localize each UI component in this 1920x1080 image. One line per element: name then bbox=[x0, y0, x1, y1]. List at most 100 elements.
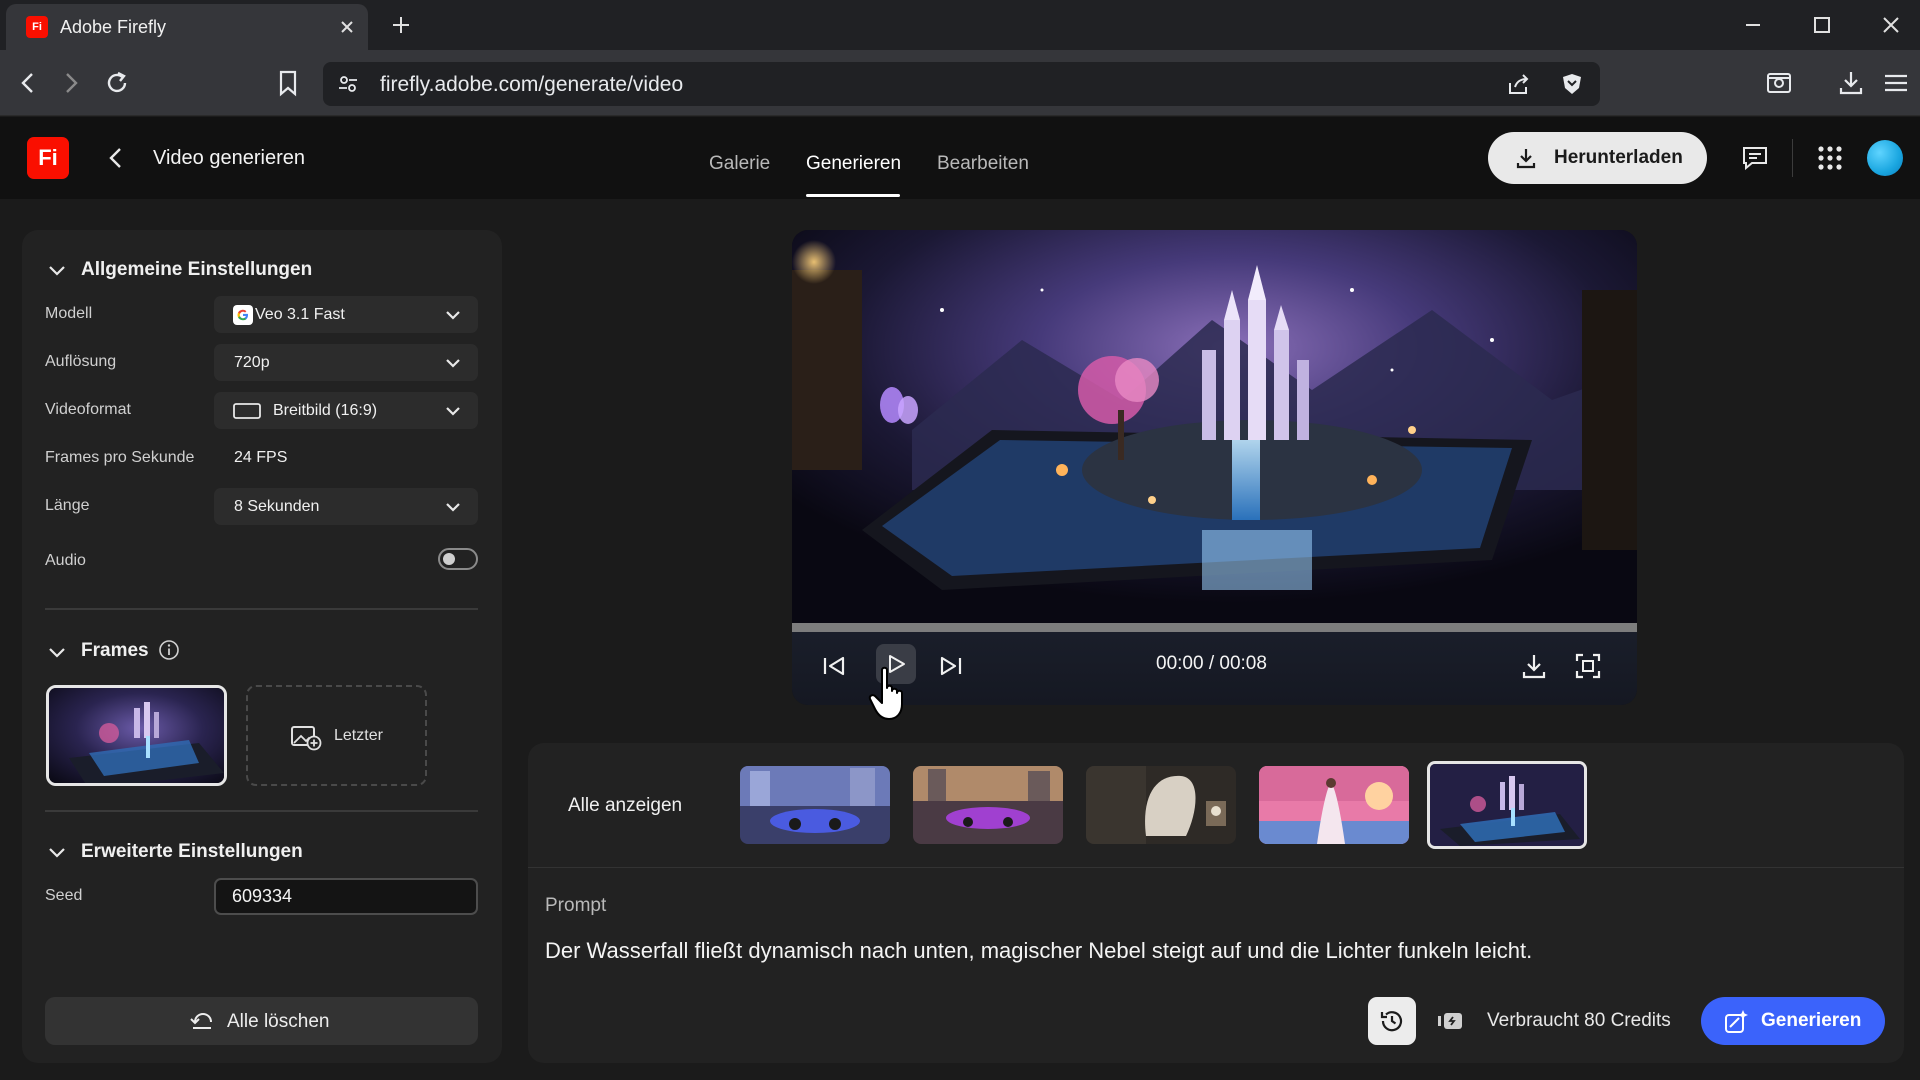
video-player[interactable]: 00:00 / 00:08 bbox=[792, 230, 1637, 705]
length-label: Länge bbox=[45, 497, 90, 514]
chevron-down-icon bbox=[446, 311, 460, 320]
forward-icon[interactable] bbox=[56, 68, 86, 98]
clear-all-button[interactable]: Alle löschen bbox=[45, 997, 478, 1045]
page-title: Video generieren bbox=[153, 147, 305, 169]
credits-text: Verbraucht 80 Credits bbox=[1487, 1010, 1671, 1031]
reload-icon[interactable] bbox=[102, 68, 132, 98]
history-thumbnail-5[interactable] bbox=[1427, 761, 1587, 849]
tab-generieren[interactable]: Generieren bbox=[806, 153, 901, 175]
video-download-icon[interactable] bbox=[1518, 650, 1550, 682]
audio-toggle[interactable] bbox=[438, 548, 478, 570]
seed-input[interactable] bbox=[214, 878, 478, 915]
length-dropdown[interactable]: 8 Sekunden bbox=[214, 488, 478, 525]
history-icon bbox=[1380, 1011, 1403, 1032]
fps-label: Frames pro Sekunde bbox=[45, 449, 195, 466]
video-format-value: Breitbild (16:9) bbox=[273, 402, 378, 419]
widescreen-icon bbox=[233, 403, 261, 419]
minimize-icon[interactable] bbox=[1740, 12, 1766, 38]
download-button-label: Herunterladen bbox=[1554, 147, 1683, 168]
video-controls: 00:00 / 00:08 bbox=[792, 632, 1637, 705]
bookmark-icon[interactable] bbox=[273, 68, 303, 98]
video-progress-bar[interactable] bbox=[792, 623, 1637, 632]
collapse-frames-chevron-icon[interactable] bbox=[46, 642, 68, 664]
credits-icon bbox=[1438, 1013, 1462, 1029]
browser-tab-title: Adobe Firefly bbox=[60, 17, 167, 37]
prompt-text[interactable]: Der Wasserfall fließt dynamisch nach unt… bbox=[545, 938, 1532, 964]
site-settings-icon[interactable] bbox=[337, 73, 359, 95]
history-thumbnail-1[interactable] bbox=[740, 766, 890, 844]
collapse-general-chevron-icon[interactable] bbox=[46, 260, 68, 282]
history-thumbnail-3[interactable] bbox=[1086, 766, 1236, 844]
generate-button[interactable]: Generieren bbox=[1701, 997, 1885, 1045]
panel-divider bbox=[528, 867, 1904, 868]
chevron-down-icon bbox=[446, 359, 460, 368]
close-window-icon[interactable] bbox=[1878, 12, 1904, 38]
download-button[interactable]: Herunterladen bbox=[1488, 132, 1707, 184]
audio-label: Audio bbox=[45, 552, 86, 569]
app-header: Fi Video generieren Galerie Generieren B… bbox=[0, 117, 1920, 199]
generate-button-label: Generieren bbox=[1761, 1010, 1862, 1031]
thumbnail-image bbox=[740, 766, 890, 844]
chevron-down-icon bbox=[446, 503, 460, 512]
feedback-icon[interactable] bbox=[1740, 143, 1770, 173]
firefly-logo-icon[interactable]: Fi bbox=[27, 137, 69, 179]
history-thumbnail-4[interactable] bbox=[1259, 766, 1409, 844]
show-all-link[interactable]: Alle anzeigen bbox=[568, 795, 682, 817]
back-icon[interactable] bbox=[13, 68, 43, 98]
info-icon[interactable] bbox=[158, 639, 180, 661]
header-divider bbox=[1792, 139, 1793, 177]
thumbnail-image bbox=[1430, 764, 1584, 846]
resolution-value: 720p bbox=[234, 354, 270, 371]
resolution-label: Auflösung bbox=[45, 353, 117, 370]
resolution-dropdown[interactable]: 720p bbox=[214, 344, 478, 381]
close-tab-icon[interactable] bbox=[336, 16, 358, 38]
settings-panel: Allgemeine Einstellungen Modell Veo 3.1 … bbox=[22, 230, 502, 1063]
model-value: Veo 3.1 Fast bbox=[255, 306, 345, 323]
address-bar[interactable]: firefly.adobe.com/generate/video bbox=[323, 62, 1600, 106]
thumbnail-image bbox=[1086, 766, 1236, 844]
last-frame-slot[interactable]: Letzter bbox=[246, 685, 427, 786]
clear-all-label: Alle löschen bbox=[227, 1011, 330, 1032]
tab-galerie[interactable]: Galerie bbox=[709, 153, 770, 175]
new-tab-icon[interactable] bbox=[388, 12, 414, 38]
maximize-icon[interactable] bbox=[1809, 12, 1835, 38]
fullscreen-icon[interactable] bbox=[1572, 650, 1604, 682]
toggle-knob bbox=[443, 553, 455, 565]
brave-shield-icon[interactable] bbox=[1559, 71, 1585, 97]
tab-bearbeiten[interactable]: Bearbeiten bbox=[937, 153, 1029, 175]
skip-forward-icon[interactable] bbox=[935, 650, 967, 682]
generate-sparkle-icon bbox=[1725, 1010, 1748, 1033]
back-chevron-icon[interactable] bbox=[104, 141, 128, 175]
sidebar-panel-icon[interactable] bbox=[1764, 68, 1794, 98]
video-timecode: 00:00 / 00:08 bbox=[1156, 653, 1267, 674]
thumbnail-image bbox=[1259, 766, 1409, 844]
history-button[interactable] bbox=[1368, 997, 1416, 1045]
prompt-label: Prompt bbox=[545, 895, 607, 916]
url-text: firefly.adobe.com/generate/video bbox=[380, 73, 684, 96]
advanced-settings-title[interactable]: Erweiterte Einstellungen bbox=[81, 841, 303, 863]
first-frame-thumbnail[interactable] bbox=[46, 685, 227, 786]
apps-grid-icon[interactable] bbox=[1815, 143, 1845, 173]
browser-tab[interactable]: Fi Adobe Firefly bbox=[6, 4, 368, 50]
model-dropdown[interactable]: Veo 3.1 Fast bbox=[214, 296, 478, 333]
menu-icon[interactable] bbox=[1881, 68, 1911, 98]
section-divider bbox=[45, 608, 478, 610]
skip-back-icon[interactable] bbox=[818, 650, 850, 682]
user-avatar[interactable] bbox=[1867, 140, 1903, 176]
section-divider bbox=[45, 810, 478, 812]
first-frame-image bbox=[49, 688, 224, 783]
hand-cursor-icon bbox=[868, 666, 903, 720]
general-settings-title[interactable]: Allgemeine Einstellungen bbox=[81, 259, 312, 281]
frames-title[interactable]: Frames bbox=[81, 640, 149, 662]
model-label: Modell bbox=[45, 305, 93, 322]
downloads-icon[interactable] bbox=[1836, 68, 1866, 98]
collapse-advanced-chevron-icon[interactable] bbox=[46, 842, 68, 864]
chevron-down-icon bbox=[446, 407, 460, 416]
video-format-dropdown[interactable]: Breitbild (16:9) bbox=[214, 392, 478, 429]
firefly-favicon-icon: Fi bbox=[26, 16, 48, 38]
history-thumbnail-2[interactable] bbox=[913, 766, 1063, 844]
browser-tabbar: Fi Adobe Firefly bbox=[0, 0, 1920, 50]
browser-navbar: firefly.adobe.com/generate/video bbox=[0, 50, 1920, 116]
share-icon[interactable] bbox=[1506, 71, 1532, 97]
prompt-panel: Alle anzeigen Prompt Der Wasserfall flie… bbox=[528, 743, 1904, 1063]
